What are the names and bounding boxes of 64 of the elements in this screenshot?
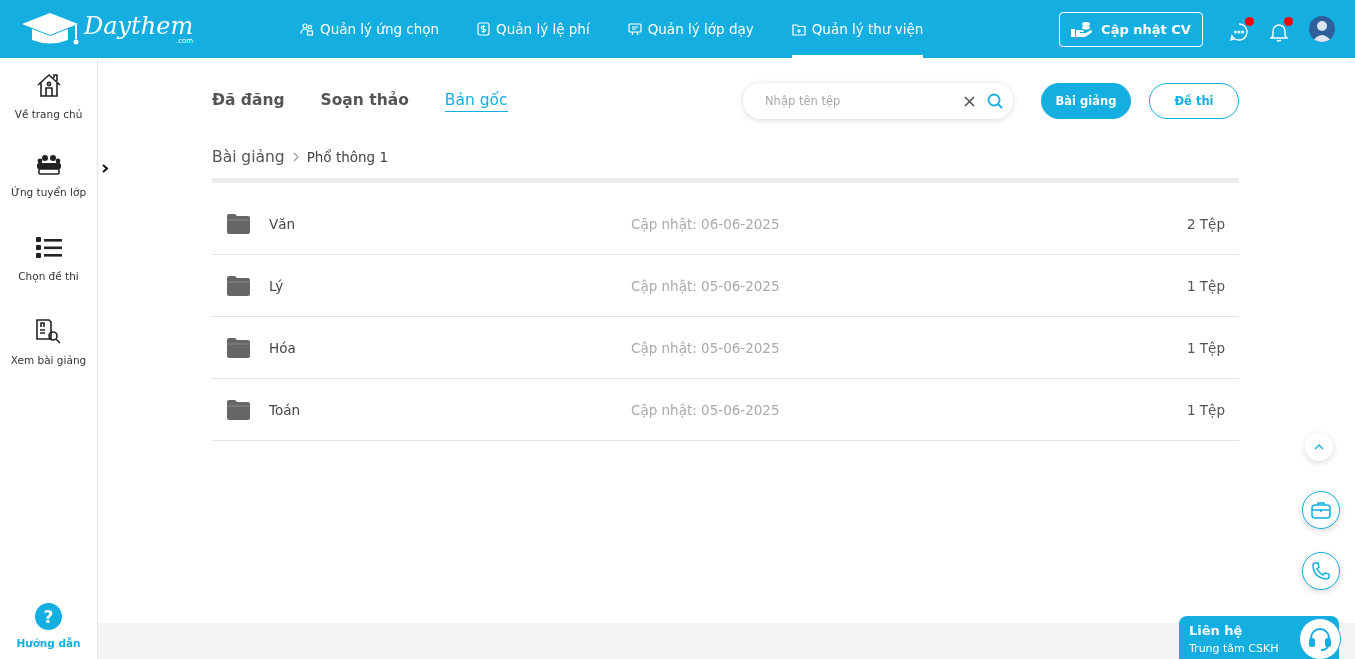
- folder-icon: [226, 337, 251, 358]
- help-link[interactable]: Hướng dẫn: [16, 637, 81, 649]
- chevron-up-icon: [1314, 444, 1324, 450]
- update-cv-button[interactable]: Cập nhật CV: [1059, 11, 1203, 47]
- search-field[interactable]: Nhập tên tệp: [763, 93, 952, 109]
- close-icon[interactable]: [964, 95, 975, 107]
- file-count: 1 Tệp: [1187, 401, 1225, 418]
- sidebar-item[interactable]: Xem bài giảng: [10, 318, 87, 400]
- chat-button[interactable]: [1229, 16, 1254, 42]
- folder-icon: [226, 275, 251, 296]
- abc-list-icon: [34, 236, 63, 260]
- folder-date: Cập nhật: 06-06-2025: [631, 215, 780, 232]
- folder-row[interactable]: Toán Cập nhật: 05-06-2025 1 Tệp: [212, 379, 1239, 441]
- folder-date: Cập nhật: 05-06-2025: [631, 401, 780, 418]
- folder-icon: [226, 399, 251, 420]
- folder-name: Hóa: [269, 339, 297, 356]
- chevron-right-icon: [292, 152, 299, 162]
- contact-title: Liên hệ: [1189, 622, 1244, 638]
- folder-row[interactable]: Văn Cập nhật: 06-06-2025 2 Tệp: [212, 193, 1239, 255]
- search-icon[interactable]: [987, 93, 1003, 109]
- sidebar-item[interactable]: Ứng tuyển lớp: [10, 154, 87, 236]
- bell-icon: [1270, 21, 1288, 42]
- nav-tab[interactable]: Quản lý lớp dạy: [627, 0, 754, 58]
- document-search-icon: [34, 318, 63, 344]
- group-icon: [35, 154, 62, 176]
- breadcrumb-item: Phổ thông 1: [306, 149, 389, 165]
- folder-plus-icon: [791, 22, 806, 36]
- sidebar-item[interactable]: Về trang chủ: [14, 72, 83, 154]
- nav-tab[interactable]: Quản lý thư viện: [791, 0, 924, 58]
- folder-row[interactable]: Hóa Cập nhật: 05-06-2025 1 Tệp: [212, 317, 1239, 379]
- people-icon: [300, 22, 314, 36]
- folder-row[interactable]: Lý Cập nhật: 05-06-2025 1 Tệp: [212, 255, 1239, 317]
- tab[interactable]: Bản gốc: [444, 90, 508, 112]
- folder-name: Toán: [269, 401, 302, 418]
- folder-icon: [226, 213, 251, 234]
- folder-date: Cập nhật: 05-06-2025: [631, 277, 780, 294]
- chat-icon: [1229, 21, 1249, 42]
- nav-tab[interactable]: Quản lý lệ phí: [477, 0, 590, 58]
- sidebar-item[interactable]: Chọn đề thi: [18, 236, 79, 318]
- dollar-icon: [477, 22, 491, 36]
- contact-widget[interactable]: Liên hệ Trung tâm CSKH: [1179, 616, 1339, 659]
- tab[interactable]: Soạn thảo: [320, 90, 409, 112]
- file-count: 1 Tệp: [1187, 339, 1225, 356]
- hand-coins-icon: [1071, 20, 1094, 38]
- tab[interactable]: Đã đăng: [212, 90, 285, 112]
- search-bar[interactable]: Nhập tên tệp: [743, 83, 1013, 119]
- file-count: 1 Tệp: [1187, 277, 1225, 294]
- folder-date: Cập nhật: 05-06-2025: [631, 339, 780, 356]
- briefcase-icon: [1311, 501, 1331, 519]
- folder-name: Văn: [269, 215, 297, 232]
- help-icon[interactable]: ?: [35, 603, 62, 630]
- filter-button[interactable]: Bài giảng: [1041, 83, 1131, 119]
- filter-button[interactable]: Đề thi: [1149, 83, 1239, 119]
- logo-text[interactable]: Daythem: [84, 13, 194, 38]
- contact-subtitle: Trung tâm CSKH: [1189, 641, 1279, 655]
- folder-name: Lý: [269, 277, 285, 294]
- house-icon: [35, 72, 62, 98]
- file-count: 2 Tệp: [1187, 215, 1225, 232]
- notification-button[interactable]: [1270, 16, 1293, 42]
- breadcrumb-item[interactable]: Bài giảng: [212, 148, 285, 166]
- nav-tab[interactable]: Quản lý ứng chọn: [300, 0, 440, 58]
- avatar[interactable]: [1309, 16, 1335, 42]
- presentation-icon: [627, 22, 642, 36]
- phone-icon: [1311, 561, 1331, 581]
